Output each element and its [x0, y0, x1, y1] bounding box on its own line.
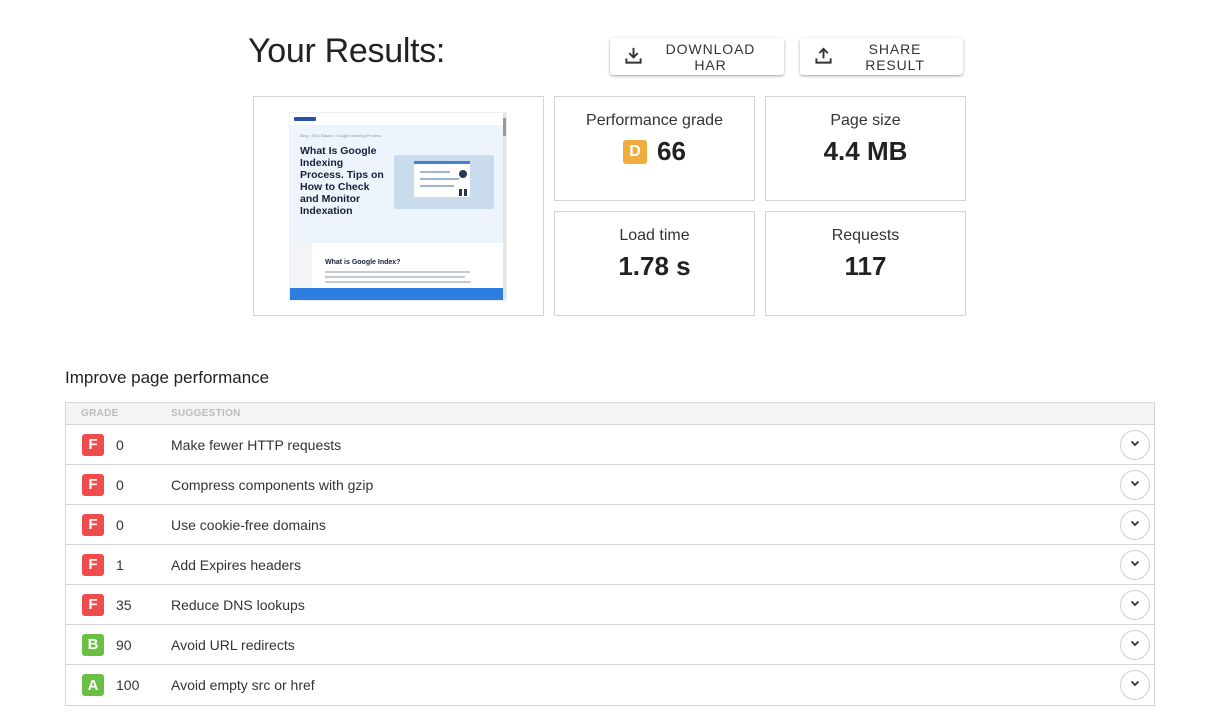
thumbnail-person-figure [458, 170, 468, 196]
table-row[interactable]: F 0 Make fewer HTTP requests [66, 425, 1154, 465]
grade-score: 100 [116, 677, 140, 693]
grade-score: 0 [116, 436, 124, 453]
requests-label: Requests [831, 227, 900, 244]
expand-row-button[interactable] [1120, 430, 1150, 460]
screenshot-thumbnail: Blog › SEO Basics › Google Indexing Proc… [289, 112, 507, 301]
download-har-button[interactable]: DOWNLOAD HAR [610, 38, 784, 75]
chevron-down-icon [1129, 596, 1141, 614]
thumbnail-paragraph [325, 271, 475, 286]
page-title: Your Results: [248, 32, 446, 70]
performance-grade-badge: D [623, 139, 648, 164]
grade-score: 90 [116, 636, 132, 653]
suggestion-text: Use cookie-free domains [171, 516, 326, 533]
expand-row-button[interactable] [1120, 470, 1150, 500]
grade-column-header: GRADE [81, 408, 119, 419]
page-size-value: 4.4 MB [823, 136, 908, 166]
suggestion-text: Avoid URL redirects [171, 636, 295, 653]
grade-score: 0 [116, 476, 124, 493]
thumbnail-breadcrumb: Blog › SEO Basics › Google Indexing Proc… [300, 133, 382, 138]
improve-section-title: Improve page performance [65, 368, 270, 387]
share-icon [814, 46, 833, 68]
grade-score: 35 [116, 596, 132, 613]
grade-badge: F [82, 593, 104, 616]
chevron-down-icon [1129, 556, 1141, 574]
table-row[interactable]: F 0 Compress components with gzip [66, 465, 1154, 505]
expand-row-button[interactable] [1120, 510, 1150, 540]
performance-grade-card: Performance grade D 66 [554, 96, 755, 201]
grade-badge: F [82, 433, 104, 456]
suggestion-text: Add Expires headers [171, 556, 301, 573]
thumbnail-nav [290, 113, 506, 125]
table-row[interactable]: B 90 Avoid URL redirects [66, 625, 1154, 665]
thumbnail-side-strip [290, 243, 312, 290]
expand-row-button[interactable] [1120, 630, 1150, 660]
thumbnail-headline: What Is Google Indexing Process. Tips on… [300, 145, 384, 217]
thumbnail-logo [294, 117, 316, 121]
thumbnail-scrollbar [503, 113, 506, 300]
load-time-value: 1.78 s [618, 251, 691, 281]
suggestion-column-header: SUGGESTION [171, 408, 241, 419]
grade-badge: B [82, 633, 104, 656]
thumbnail-illustration [394, 155, 494, 209]
load-time-card: Load time 1.78 s [554, 211, 755, 316]
requests-value: 117 [844, 251, 887, 281]
requests-card: Requests 117 [765, 211, 966, 316]
expand-row-button[interactable] [1120, 590, 1150, 620]
load-time-label: Load time [619, 227, 690, 244]
table-row[interactable]: F 0 Use cookie-free domains [66, 505, 1154, 545]
chevron-down-icon [1129, 676, 1141, 694]
grade-badge: F [82, 513, 104, 536]
thumbnail-cookie-banner [290, 288, 506, 300]
thumbnail-section-heading: What is Google Index? [325, 259, 401, 266]
chevron-down-icon [1129, 636, 1141, 654]
share-result-label: SHARE RESULT [865, 40, 925, 73]
page-screenshot: Blog › SEO Basics › Google Indexing Proc… [253, 96, 544, 316]
download-icon [624, 46, 643, 68]
suggestion-text: Avoid empty src or href [171, 677, 315, 693]
table-row[interactable]: A 100 Avoid empty src or href [66, 665, 1154, 705]
table-header: GRADE SUGGESTION [66, 403, 1154, 425]
grade-badge: F [82, 473, 104, 496]
grade-score: 1 [116, 556, 124, 573]
chevron-down-icon [1129, 436, 1141, 454]
suggestion-text: Make fewer HTTP requests [171, 436, 342, 453]
download-har-label: DOWNLOAD HAR [665, 40, 756, 73]
suggestion-text: Reduce DNS lookups [171, 596, 305, 613]
performance-grade-label: Performance grade [586, 112, 723, 129]
grade-badge: F [82, 553, 104, 576]
table-row[interactable]: F 35 Reduce DNS lookups [66, 585, 1154, 625]
chevron-down-icon [1129, 476, 1141, 494]
thumbnail-hero: Blog › SEO Basics › Google Indexing Proc… [290, 125, 506, 243]
performance-score: 66 [657, 136, 686, 166]
expand-row-button[interactable] [1120, 550, 1150, 580]
grade-badge: A [82, 674, 104, 696]
expand-row-button[interactable] [1120, 670, 1150, 700]
suggestions-table: GRADE SUGGESTION F 0 Make fewer HTTP req… [65, 402, 1155, 706]
suggestion-text: Compress components with gzip [171, 476, 374, 493]
share-result-button[interactable]: SHARE RESULT [800, 38, 963, 75]
grade-score: 0 [116, 516, 124, 533]
page-size-card: Page size 4.4 MB [765, 96, 966, 201]
table-row[interactable]: F 1 Add Expires headers [66, 545, 1154, 585]
page-size-label: Page size [830, 112, 901, 129]
chevron-down-icon [1129, 516, 1141, 534]
